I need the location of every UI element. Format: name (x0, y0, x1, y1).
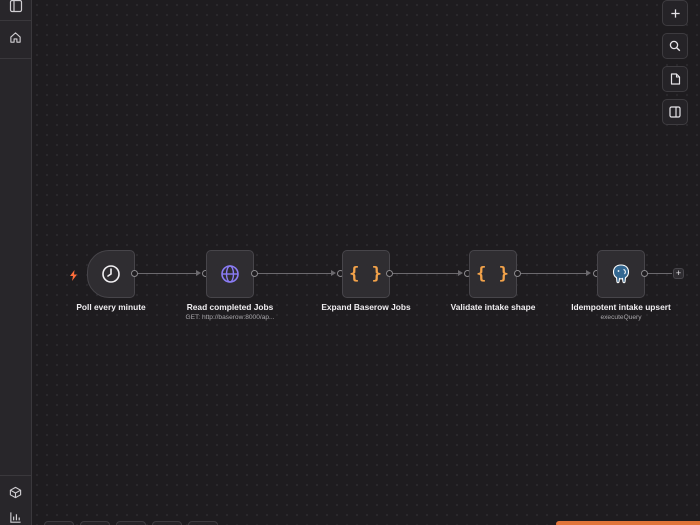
clock-icon (102, 265, 120, 283)
tidy-up-button[interactable] (188, 521, 218, 525)
reset-zoom-button[interactable] (152, 521, 182, 525)
connection-arrow (586, 270, 591, 276)
cube-icon[interactable] (4, 481, 27, 504)
node-poll-every-minute[interactable] (87, 250, 135, 298)
add-next-node-button[interactable]: + (673, 268, 684, 279)
zoom-out-button[interactable] (116, 521, 146, 525)
lightning-icon (69, 268, 78, 286)
zoom-to-fit-button[interactable] (44, 521, 74, 525)
connection-line (648, 273, 672, 274)
connection-line[interactable] (393, 273, 458, 274)
connection-arrow (331, 270, 336, 276)
node-idempotent-intake-upsert[interactable] (597, 250, 645, 298)
globe-icon (221, 265, 239, 283)
node-subtitle: GET: http://baserow:8000/ap... (185, 314, 275, 321)
chart-icon[interactable] (4, 506, 27, 525)
connection-arrow (196, 270, 201, 276)
node-label: Validate intake shape (450, 302, 536, 312)
braces-icon: { } (476, 264, 510, 284)
node-label: Idempotent intake upsert (571, 302, 671, 312)
add-sticky-note-button[interactable] (662, 66, 688, 92)
connection-arrow (458, 270, 463, 276)
output-port[interactable] (131, 270, 138, 277)
output-port[interactable] (514, 270, 521, 277)
connection-line[interactable] (138, 273, 196, 274)
workflow-editor: Poll every minute Read completed Jobs GE… (0, 0, 700, 525)
execute-workflow-button[interactable] (556, 521, 700, 525)
left-sidebar (0, 0, 32, 525)
plus-icon (670, 8, 680, 18)
sidebar-toggle-icon[interactable] (4, 0, 27, 17)
postgres-elephant-icon (612, 264, 630, 284)
sidebar-divider (0, 475, 31, 476)
node-subtitle: executeQuery (600, 314, 642, 321)
add-node-button[interactable] (662, 0, 688, 26)
node-read-completed-jobs[interactable] (206, 250, 254, 298)
search-button[interactable] (662, 33, 688, 59)
sidebar-divider (0, 58, 31, 59)
connection-line[interactable] (521, 273, 586, 274)
node-expand-baserow-jobs[interactable]: { } (342, 250, 390, 298)
braces-icon: { } (349, 264, 383, 284)
connection-line[interactable] (258, 273, 331, 274)
sidebar-divider (0, 20, 31, 21)
panel-icon (669, 106, 681, 118)
toggle-panel-button[interactable] (662, 99, 688, 125)
note-icon (670, 73, 680, 85)
output-port[interactable] (251, 270, 258, 277)
node-validate-intake-shape[interactable]: { } (469, 250, 517, 298)
output-port[interactable] (386, 270, 393, 277)
node-label: Expand Baserow Jobs (321, 302, 411, 312)
zoom-in-button[interactable] (80, 521, 110, 525)
home-icon[interactable] (4, 26, 27, 49)
output-port[interactable] (641, 270, 648, 277)
search-icon (669, 40, 681, 52)
node-label: Read completed Jobs (186, 302, 274, 312)
